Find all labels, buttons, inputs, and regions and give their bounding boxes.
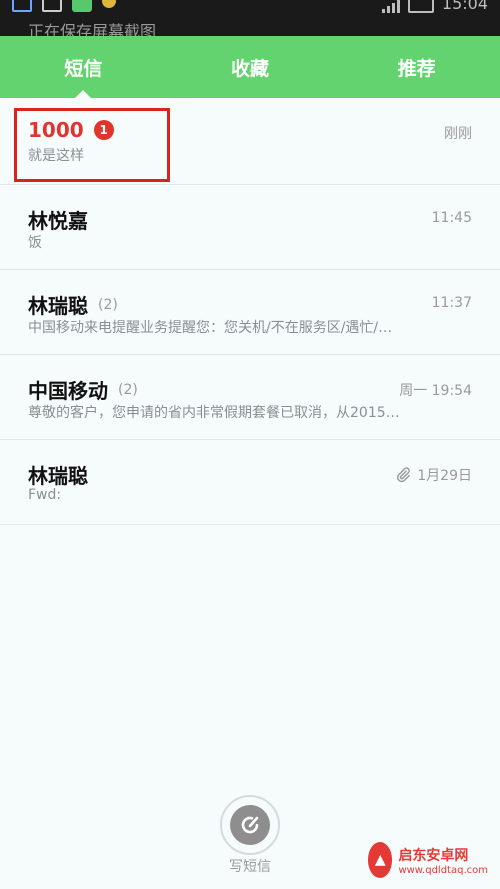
message-time: 1月29日 [395, 465, 472, 485]
unread-badge: 1 [93, 120, 114, 140]
message-preview: 饭 [28, 235, 42, 251]
paperclip-icon [397, 467, 411, 483]
conversation-row[interactable]: 林悦嘉 饭 11:45 [0, 185, 500, 270]
watermark-text: 启东安卓网 www.qdldtaq.com [398, 845, 488, 876]
time-text: 11:45 [431, 210, 472, 226]
message-time: 周一 19:54 [399, 380, 472, 400]
conversation-row[interactable]: 中国移动 (2) 尊敬的客户，您申请的省内非常假期套餐已取消，从2015… 周一… [0, 355, 500, 440]
conversation-row[interactable]: 林瑞聪 Fwd: 1月29日 [0, 440, 500, 525]
message-time: 11:37 [432, 295, 472, 311]
conversation-row[interactable]: 1000 1 就是这样 刚刚 [0, 98, 500, 185]
contact-name-text: 1000 [28, 118, 84, 142]
watermark: ▲ 启东安卓网 www.qdldtaq.com [368, 837, 488, 883]
contact-name-text: 中国移动 [28, 379, 108, 403]
status-bar: 正在保存屏幕截图 15:04 [0, 0, 500, 36]
watermark-title: 启东安卓网 [398, 847, 469, 864]
message-time: 刚刚 [444, 123, 472, 143]
clock: 15:04 [441, 0, 488, 13]
tab-sms[interactable]: 短信 [0, 36, 167, 98]
time-text: 11:37 [431, 295, 472, 311]
app-icon [12, 0, 32, 12]
signal-icon [381, 0, 400, 13]
battery-icon [407, 0, 434, 13]
tab-label: 推荐 [397, 57, 436, 80]
compose-button[interactable] [220, 795, 280, 855]
message-preview: 中国移动来电提醒业务提醒您：您关机/不在服务区/遇忙/… [28, 320, 393, 336]
watermark-logo-icon: ▲ [368, 842, 393, 878]
message-count: (2) [98, 296, 118, 313]
contact-name: 林瑞聪 (2) [28, 290, 118, 319]
contact-name-text: 林瑞聪 [28, 464, 88, 488]
message-time: 11:45 [432, 210, 472, 226]
tab-favorites[interactable]: 收藏 [167, 36, 334, 98]
compose-icon [230, 805, 270, 845]
image-icon [42, 0, 62, 12]
tab-label: 收藏 [231, 57, 270, 80]
time-text: 周一 19:54 [399, 383, 472, 399]
contact-name: 1000 1 [28, 118, 114, 142]
message-icon [72, 0, 92, 12]
contact-name-text: 林悦嘉 [28, 209, 88, 233]
status-right: 15:04 [381, 0, 488, 13]
tab-bar: 短信 收藏 推荐 [0, 36, 500, 98]
message-preview: 就是这样 [28, 148, 84, 164]
conversation-list: 1000 1 就是这样 刚刚 林悦嘉 饭 11:45 林瑞聪 (2) 中国移动来… [0, 98, 500, 525]
sun-icon [102, 0, 116, 8]
compose-label: 写短信 [229, 859, 271, 875]
notification-icons [12, 0, 116, 12]
time-text: 刚刚 [444, 126, 472, 142]
message-preview: 尊敬的客户，您申请的省内非常假期套餐已取消，从2015… [28, 405, 400, 421]
pen-icon [241, 816, 259, 834]
notification-text: 正在保存屏幕截图 [28, 22, 157, 36]
contact-name-text: 林瑞聪 [28, 294, 88, 318]
watermark-url: www.qdldtaq.com [398, 864, 488, 876]
time-text: 1月29日 [417, 468, 472, 484]
tab-recommend[interactable]: 推荐 [333, 36, 500, 98]
contact-name: 林悦嘉 [28, 205, 88, 234]
contact-name: 中国移动 (2) [28, 375, 138, 404]
tab-label: 短信 [64, 57, 103, 80]
message-count: (2) [118, 381, 138, 398]
message-preview: Fwd: [28, 487, 62, 503]
contact-name: 林瑞聪 [28, 460, 88, 489]
conversation-row[interactable]: 林瑞聪 (2) 中国移动来电提醒业务提醒您：您关机/不在服务区/遇忙/… 11:… [0, 270, 500, 355]
